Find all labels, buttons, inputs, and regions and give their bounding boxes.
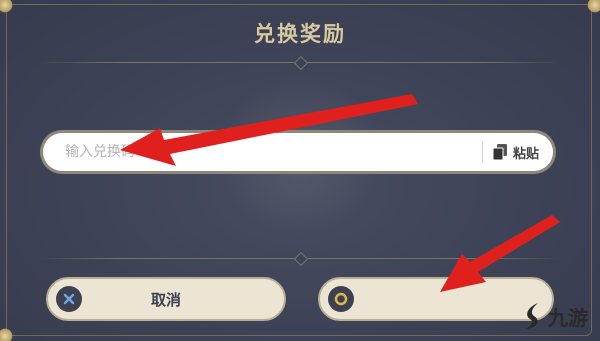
logo-mark-icon: [524, 303, 538, 329]
input-separator: [481, 142, 483, 162]
logo-text: 九游: [548, 305, 588, 330]
clipboard-icon: [492, 144, 507, 161]
dialog-title: 兑换奖励: [254, 22, 346, 46]
paste-button[interactable]: 粘贴: [492, 143, 539, 162]
cancel-x-icon: [56, 286, 82, 312]
redeem-code-field: 粘贴: [40, 130, 556, 174]
top-divider: [40, 55, 560, 71]
bottom-divider: [40, 251, 560, 267]
site-logo: 九游: [520, 298, 590, 334]
cancel-button[interactable]: 取消: [46, 277, 286, 321]
redeem-code-input[interactable]: [63, 143, 472, 161]
paste-button-label: 粘贴: [512, 146, 539, 162]
confirm-button[interactable]: [318, 277, 554, 321]
confirm-circle-icon: [328, 286, 354, 312]
redeem-dialog: 兑换奖励 粘贴: [0, 0, 600, 341]
cancel-button-label: 取消: [150, 290, 181, 309]
